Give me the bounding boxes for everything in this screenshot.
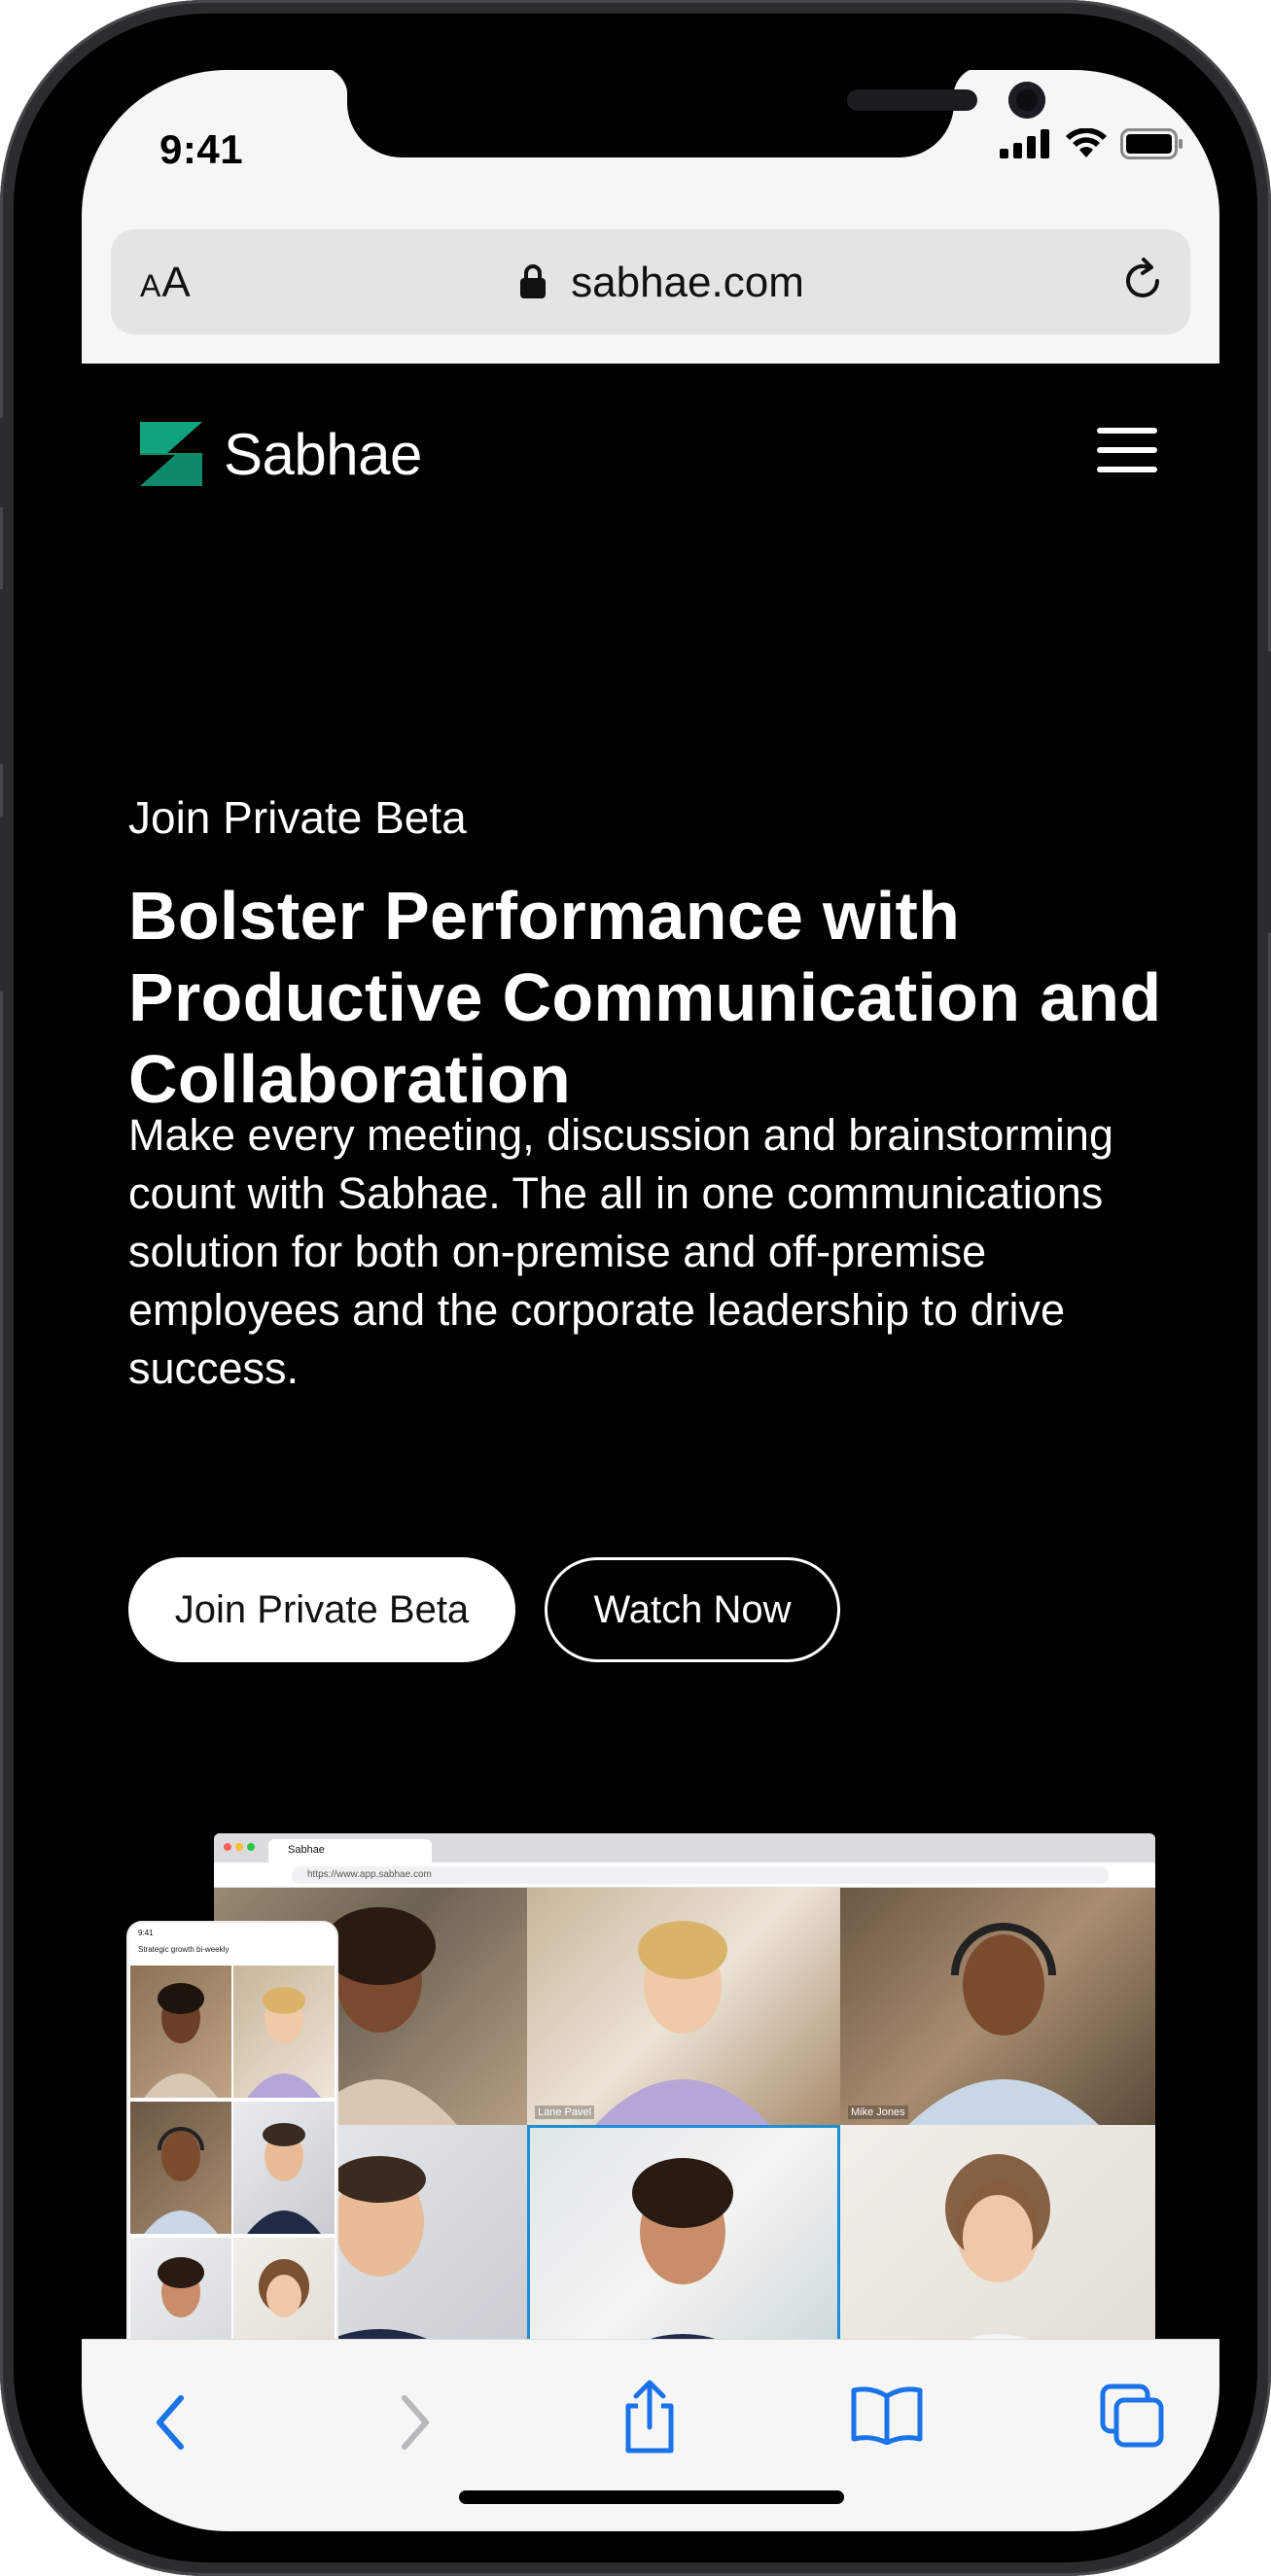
- person-avatar-icon: [144, 1983, 218, 2098]
- mock-tab-title: Sabhae: [288, 1844, 325, 1856]
- battery-icon: [1120, 128, 1183, 159]
- speaker-grille: [847, 89, 977, 111]
- mock-tab-bar: Sabhae: [214, 1833, 1155, 1862]
- person-avatar-icon: [247, 1987, 321, 2098]
- status-time: 9:41: [159, 126, 244, 172]
- sabhae-logo-icon: [140, 422, 202, 486]
- join-private-beta-button[interactable]: Join Private Beta: [128, 1557, 515, 1662]
- web-content: Sabhae Join Private Beta Bolster Perform…: [82, 364, 1219, 2380]
- phone-frame: 9:41 AA sabhae.com Sabhae Join Private B…: [0, 0, 1271, 2576]
- tabs-icon[interactable]: [1099, 2383, 1165, 2449]
- site-logo[interactable]: Sabhae: [134, 418, 422, 490]
- window-controls-icon: [224, 1843, 255, 1851]
- mobile-video-tile: [233, 2102, 335, 2234]
- side-button: [0, 418, 10, 507]
- hero-lead: Make every meeting, discussion and brain…: [128, 1110, 1113, 1393]
- video-tile: Lane Pavel: [527, 1888, 840, 2125]
- url-text[interactable]: sabhae.com: [111, 259, 1190, 307]
- reload-icon[interactable]: [1114, 253, 1171, 309]
- phone-bezel: 9:41 AA sabhae.com Sabhae Join Private B…: [14, 14, 1257, 2562]
- cellular-signal-icon: [1000, 129, 1049, 158]
- hero-eyebrow: Join Private Beta: [128, 792, 467, 843]
- address-bar[interactable]: AA sabhae.com: [111, 229, 1190, 334]
- video-tile: Mike Jones: [840, 1888, 1155, 2125]
- home-indicator[interactable]: [459, 2490, 844, 2504]
- mobile-mock-time: 9:41: [138, 1929, 154, 1937]
- chevron-right-icon[interactable]: [391, 2388, 440, 2456]
- volume-down-button: [0, 817, 10, 992]
- book-icon[interactable]: [850, 2385, 924, 2445]
- participant-name: Lane Pavel: [535, 2106, 595, 2119]
- desktop-app-preview: Sabhae https://www.app.sabhae.com Lane P…: [214, 1833, 1155, 2378]
- person-avatar-icon: [908, 1923, 1099, 2125]
- screen: 9:41 AA sabhae.com Sabhae Join Private B…: [82, 70, 1219, 2531]
- mock-address-bar: https://www.app.sabhae.com: [214, 1862, 1155, 1888]
- mock-url: https://www.app.sabhae.com: [292, 1866, 1109, 1884]
- notch: [318, 70, 1045, 157]
- mobile-video-tile: [233, 1966, 335, 2098]
- power-button: [1261, 651, 1271, 933]
- mobile-mock-title: Strategic growth bi-weekly: [138, 1945, 229, 1954]
- volume-up-button: [0, 589, 10, 764]
- mobile-app-preview: 9:41 Strategic growth bi-weekly: [128, 1923, 336, 2380]
- mobile-mock-header: 9:41 Strategic growth bi-weekly: [128, 1923, 336, 1966]
- front-camera: [1008, 82, 1045, 119]
- mobile-video-tile: [130, 2102, 231, 2234]
- watch-now-button[interactable]: Watch Now: [545, 1557, 840, 1662]
- person-avatar-icon: [247, 2123, 321, 2234]
- hamburger-menu-icon[interactable]: [1097, 428, 1157, 472]
- hero-headline: Bolster Performance with Productive Comm…: [128, 878, 1162, 1117]
- brand-name: Sabhae: [224, 421, 422, 487]
- share-icon[interactable]: [618, 2377, 681, 2454]
- wifi-icon: [1066, 128, 1107, 157]
- participant-name: Mike Jones: [848, 2106, 908, 2119]
- mock-browser-tab: Sabhae: [268, 1839, 432, 1862]
- status-icons: [1000, 128, 1184, 159]
- person-avatar-icon: [595, 1921, 770, 2125]
- person-avatar-icon: [144, 2127, 218, 2234]
- chevron-left-icon[interactable]: [146, 2388, 194, 2456]
- mobile-video-tile: [130, 1966, 231, 2098]
